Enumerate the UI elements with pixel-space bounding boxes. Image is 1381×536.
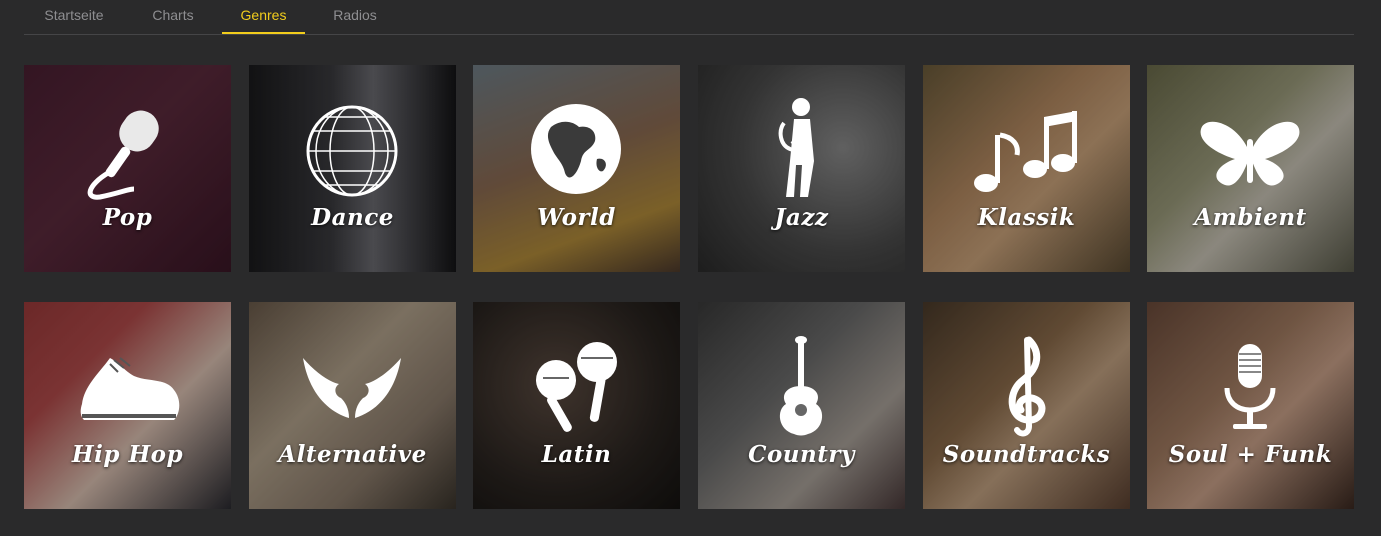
genre-tile-latin[interactable]: Latin (473, 302, 680, 509)
genre-tile-pop[interactable]: Pop (24, 65, 231, 272)
genre-label: Country (748, 441, 855, 468)
butterfly-icon (1200, 121, 1300, 186)
genre-tile-dance[interactable]: Dance (249, 65, 456, 272)
tab-radios[interactable]: Radios (314, 0, 396, 34)
disco-ball-icon (306, 105, 398, 197)
wings-icon (303, 358, 401, 418)
saxophone-player-icon (778, 98, 814, 197)
genre-tile-jazz[interactable]: Jazz (698, 65, 905, 272)
genre-label: Soundtracks (942, 441, 1111, 468)
genre-label: Soul + Funk (1168, 441, 1333, 468)
genre-tile-klassik[interactable]: Klassik (923, 65, 1130, 272)
genre-tile-world[interactable]: World (473, 65, 680, 272)
maracas-icon (536, 342, 617, 432)
genre-label: Latin (541, 441, 612, 468)
tab-charts[interactable]: Charts (134, 0, 212, 34)
sneaker-icon (80, 357, 180, 420)
genre-tile-soul-funk[interactable]: Soul + Funk (1147, 302, 1354, 509)
music-notes-icon (974, 111, 1077, 192)
retro-microphone-icon (1224, 344, 1276, 429)
genre-label: Hip Hop (71, 441, 184, 468)
globe-icon (531, 104, 621, 194)
genre-label: Klassik (977, 204, 1076, 231)
genre-label: Ambient (1194, 204, 1307, 231)
guitar-icon (779, 336, 823, 436)
genre-label: Jazz (774, 204, 829, 231)
microphone-icon (87, 110, 159, 200)
tab-genres[interactable]: Genres (222, 0, 305, 34)
genre-label: Alternative (278, 441, 427, 468)
treble-clef-icon (1008, 336, 1046, 437)
genre-tile-soundtracks[interactable]: Soundtracks (923, 302, 1130, 509)
genre-label: World (537, 204, 616, 231)
genre-tile-alternative[interactable]: Alternative (249, 302, 456, 509)
genre-tile-ambient[interactable]: Ambient (1147, 65, 1354, 272)
genre-tab-bar: Startseite Charts Genres Radios (24, 0, 1354, 35)
genre-tile-hip-hop[interactable]: Hip Hop (24, 302, 231, 509)
genre-label: Pop (102, 204, 153, 231)
genre-tile-country[interactable]: Country (698, 302, 905, 509)
tab-startseite[interactable]: Startseite (24, 0, 124, 34)
genre-label: Dance (311, 204, 394, 231)
